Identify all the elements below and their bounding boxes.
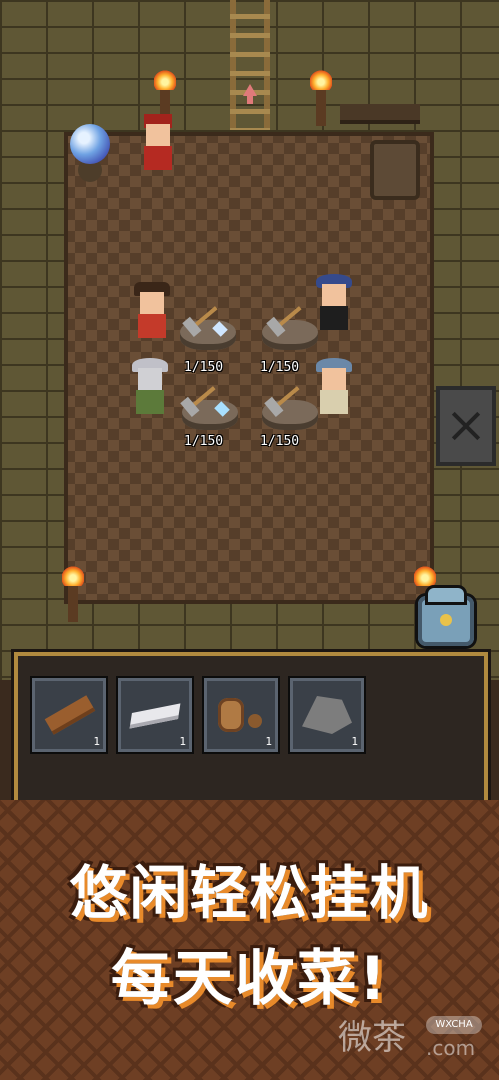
slot-quantity: 1 — [265, 735, 272, 748]
slot-quantity: 1 — [351, 735, 358, 748]
chained-door[interactable] — [436, 386, 496, 466]
backpack-icon — [428, 588, 464, 602]
slogan-line-2: 每天收菜! — [110, 944, 389, 1014]
inventory-slot-stone[interactable]: 1 — [290, 678, 364, 752]
boss-character[interactable] — [136, 112, 180, 172]
torch-icon — [62, 566, 84, 622]
watermark-logo: 微茶 — [338, 1018, 406, 1058]
silver-ingot-icon — [129, 703, 181, 729]
cowboy-worker[interactable] — [130, 280, 174, 340]
stone-ore-icon — [302, 696, 352, 734]
slot-quantity: 1 — [179, 735, 186, 748]
slogan-line-1: 悠闲轻松挂机 — [69, 859, 430, 927]
mining-counter: 1/150 — [260, 434, 300, 449]
crystal-ball-icon[interactable] — [70, 124, 110, 164]
mining-counter: 1/150 — [184, 434, 224, 449]
up-arrow-icon[interactable] — [243, 84, 257, 104]
barrel-prop — [370, 140, 420, 200]
inventory-slot-silver[interactable]: 1 — [118, 678, 192, 752]
inventory-panel: 1 1 1 1 — [18, 656, 484, 816]
wood-log-icon — [44, 695, 96, 735]
exit-ladder[interactable] — [230, 0, 270, 130]
musketeer-worker[interactable] — [312, 272, 356, 332]
dungeon-floor — [64, 132, 434, 604]
watermark-domain: .com — [426, 1036, 476, 1060]
backpack-button[interactable] — [418, 588, 474, 646]
watermark-badge: WXCHA — [426, 1016, 482, 1034]
torch-icon — [310, 70, 332, 126]
viking-worker[interactable] — [312, 356, 356, 416]
mining-counter: 1/150 — [260, 360, 300, 375]
knight-worker[interactable] — [128, 356, 172, 416]
inventory-slot-wood[interactable]: 1 — [32, 678, 106, 752]
game-scene: 1/150 1/150 1/150 1/150 1 1 1 1 悠闲轻松挂机 每… — [0, 0, 499, 1080]
mining-counter: 1/150 — [184, 360, 224, 375]
cookie-icon — [218, 698, 244, 732]
slot-quantity: 1 — [93, 735, 100, 748]
weapon-rack — [340, 104, 420, 124]
inventory-slot-cookie[interactable]: 1 — [204, 678, 278, 752]
